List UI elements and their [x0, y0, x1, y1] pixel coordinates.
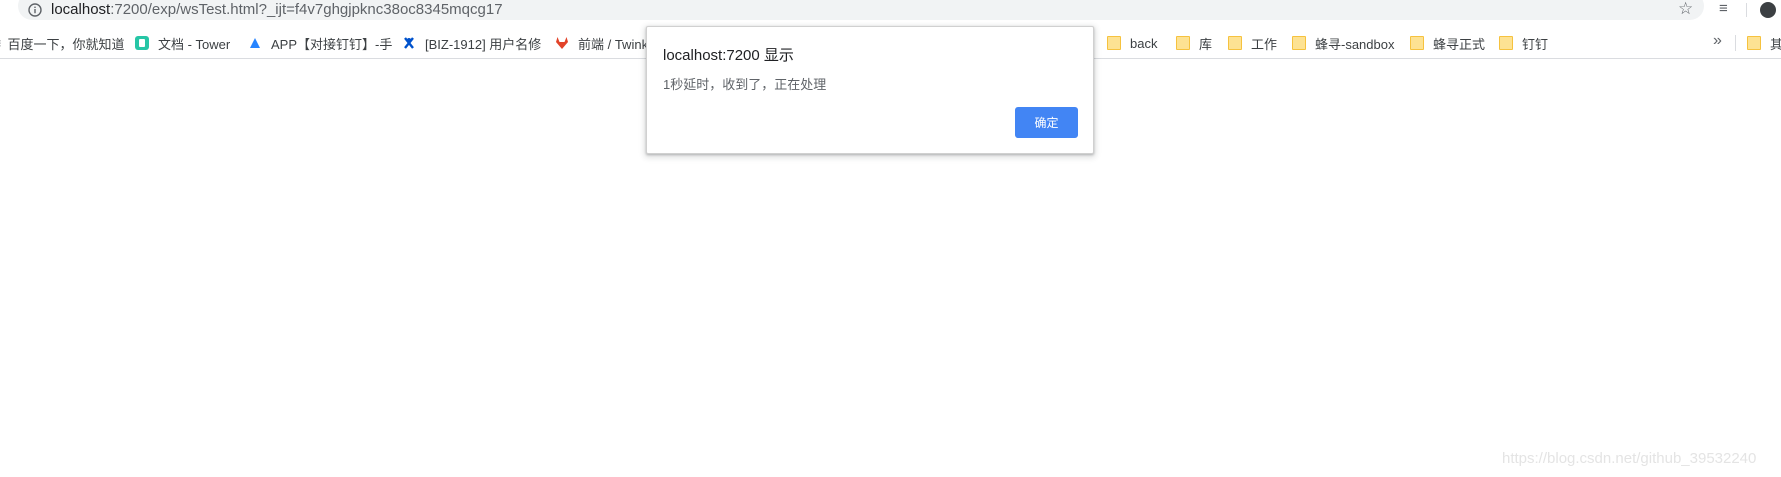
folder-icon [1107, 36, 1121, 50]
folder-icon [1228, 36, 1242, 50]
url-path: :7200/exp/wsTest.html?_ijt=f4v7ghgjpknc3… [110, 1, 503, 18]
bookmark-app[interactable]: APP【对接钉钉】-手 [248, 34, 392, 52]
browser-toolbar: localhost:7200/exp/wsTest.html?_ijt=f4v7… [0, 0, 1781, 22]
bookmark-folder-sandbox[interactable]: 蜂寻-sandbox [1292, 34, 1394, 52]
bookmark-baidu[interactable]: ⁝ 百度一下，你就知道 [0, 34, 125, 52]
toolbar-divider [1746, 3, 1747, 17]
bookmark-folder-dingding[interactable]: 钉钉 [1499, 34, 1548, 52]
profile-icon[interactable] [1760, 2, 1776, 18]
menu-icon[interactable]: ≡ [1719, 0, 1728, 17]
bookmark-label: 其 [1770, 36, 1781, 52]
dialog-message: 1秒延时，收到了，正在处理 [663, 77, 827, 92]
alert-dialog: localhost:7200 显示 1秒延时，收到了，正在处理 确定 [646, 26, 1094, 154]
bookmark-label: 钉钉 [1522, 36, 1549, 52]
folder-icon [1176, 36, 1190, 50]
folder-icon [1410, 36, 1424, 50]
bookmark-label: 蜂寻正式 [1433, 36, 1486, 52]
bookmark-label: 文档 - Tower [158, 36, 231, 52]
dialog-title: localhost:7200 显示 [663, 47, 794, 64]
tower-icon [135, 36, 149, 50]
jira-bug-icon [404, 37, 414, 49]
url-text[interactable]: localhost:7200/exp/wsTest.html?_ijt=f4v7… [51, 1, 503, 18]
bookmark-folder-back[interactable]: back [1107, 34, 1157, 52]
bookmarks-divider [1735, 35, 1736, 51]
folder-icon [1747, 36, 1761, 50]
bookmark-folder-other[interactable]: 其 [1747, 34, 1781, 52]
bookmark-label: 百度一下，你就知道 [7, 36, 125, 52]
bookmark-label: [BIZ-1912] 用户名修 [425, 36, 542, 52]
bookmark-label: 蜂寻-sandbox [1315, 36, 1395, 52]
bookmark-label: APP【对接钉钉】-手 [271, 36, 393, 52]
bookmark-folder-work[interactable]: 工作 [1228, 34, 1277, 52]
gitlab-icon [556, 37, 568, 49]
bookmark-folder-ku[interactable]: 库 [1176, 34, 1212, 52]
baidu-icon: ⁝ [0, 37, 2, 50]
folder-icon [1499, 36, 1513, 50]
star-icon[interactable]: ☆ [1678, 0, 1693, 19]
watermark: https://blog.csdn.net/github_39532240 [1502, 450, 1757, 467]
url-host: localhost [51, 1, 111, 18]
bookmark-label: 库 [1199, 36, 1213, 52]
bookmark-label: 工作 [1251, 36, 1278, 52]
info-icon[interactable] [28, 3, 42, 17]
bookmark-biz[interactable]: [BIZ-1912] 用户名修 [402, 34, 541, 52]
folder-icon [1292, 36, 1306, 50]
bookmark-label: 前端 / Twink [578, 36, 649, 52]
bookmark-folder-prod[interactable]: 蜂寻正式 [1410, 34, 1485, 52]
bookmark-label: back [1130, 35, 1158, 51]
bookmark-gitlab[interactable]: 前端 / Twink [555, 34, 648, 52]
chevron-double-right-icon[interactable]: » [1713, 32, 1722, 50]
ok-button[interactable]: 确定 [1015, 107, 1078, 138]
bookmark-tower[interactable]: 文档 - Tower [135, 34, 230, 52]
jira-icon [250, 38, 260, 48]
